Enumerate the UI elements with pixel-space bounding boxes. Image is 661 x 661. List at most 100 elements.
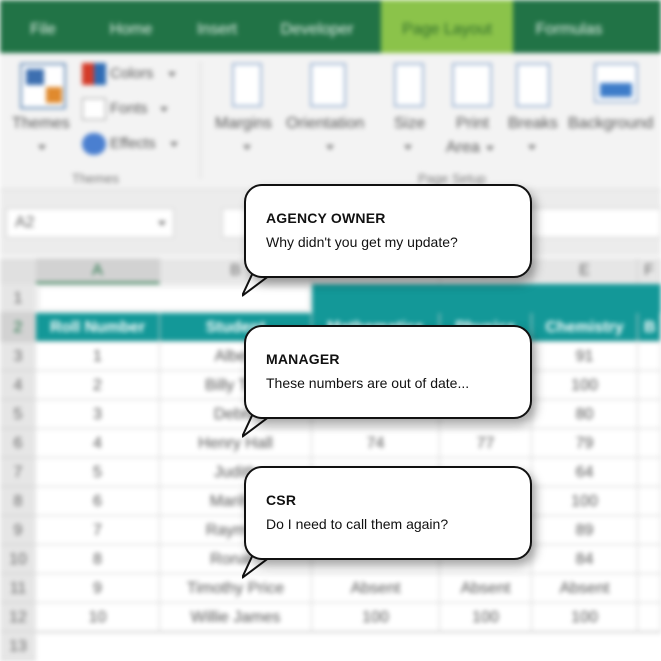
- background-button[interactable]: Background: [568, 115, 653, 133]
- column-header-f[interactable]: F: [638, 258, 661, 284]
- themes-button-label[interactable]: Themes: [12, 115, 70, 133]
- row-header-13[interactable]: 13: [0, 632, 36, 661]
- select-all-corner[interactable]: [0, 258, 36, 284]
- themes-icon: [20, 63, 66, 109]
- table-cell[interactable]: [638, 400, 661, 429]
- table-cell[interactable]: 1: [36, 342, 160, 371]
- bubble-body: MANAGER These numbers are out of date...: [244, 325, 532, 419]
- tab-insert[interactable]: Insert: [186, 0, 248, 53]
- margins-icon: [232, 63, 262, 107]
- tab-home[interactable]: Home: [98, 0, 164, 53]
- size-button[interactable]: Size: [394, 115, 425, 133]
- orientation-dropdown-icon[interactable]: [326, 145, 334, 150]
- effects-dropdown-icon[interactable]: [170, 142, 178, 147]
- name-box[interactable]: A2: [6, 208, 174, 238]
- effects-button[interactable]: Effects: [110, 135, 156, 152]
- speaker-quote: Why didn't you get my update?: [266, 234, 458, 250]
- print-area-label-line2[interactable]: Area: [446, 139, 480, 157]
- name-box-dropdown-icon[interactable]: [158, 221, 166, 226]
- table-cell[interactable]: 64: [532, 458, 638, 487]
- row-header-10[interactable]: 10: [0, 545, 36, 574]
- speech-bubble-agency-owner: AGENCY OWNER Why didn't you get my updat…: [242, 184, 542, 300]
- table-cell[interactable]: 7: [36, 516, 160, 545]
- table-cell[interactable]: 100: [532, 371, 638, 400]
- print-area-label-line1[interactable]: Print: [456, 115, 489, 133]
- effects-icon: [82, 133, 106, 155]
- table-cell[interactable]: 9: [36, 574, 160, 603]
- table-cell[interactable]: [638, 603, 661, 632]
- table-cell[interactable]: 5: [36, 458, 160, 487]
- table-cell[interactable]: 4: [36, 429, 160, 458]
- colors-dropdown-icon[interactable]: [168, 72, 176, 77]
- table-cell[interactable]: 2: [36, 371, 160, 400]
- row-header-12[interactable]: 12: [0, 603, 36, 632]
- table-cell[interactable]: 10: [36, 603, 160, 632]
- breaks-dropdown-icon[interactable]: [528, 145, 536, 150]
- row-header-7[interactable]: 7: [0, 458, 36, 487]
- fonts-button[interactable]: Fonts: [110, 100, 148, 117]
- row-header-6[interactable]: 6: [0, 429, 36, 458]
- speech-bubble-csr: CSR Do I need to call them again?: [242, 466, 542, 582]
- size-icon: [394, 63, 424, 107]
- themes-group-label: Themes: [72, 171, 119, 186]
- margins-dropdown-icon[interactable]: [243, 145, 251, 150]
- orientation-button[interactable]: Orientation: [286, 115, 364, 133]
- header-cell-roll-number[interactable]: Roll Number: [36, 313, 160, 342]
- size-dropdown-icon[interactable]: [404, 145, 412, 150]
- breaks-button[interactable]: Breaks: [508, 115, 558, 133]
- row-header-8[interactable]: 8: [0, 487, 36, 516]
- tab-formulas[interactable]: Formulas: [524, 0, 614, 53]
- speaker-label: CSR: [266, 492, 297, 508]
- table-cell[interactable]: 100: [532, 603, 638, 632]
- row-header-2[interactable]: 2: [0, 313, 36, 342]
- row-header-3[interactable]: 3: [0, 342, 36, 371]
- row-header-11[interactable]: 11: [0, 574, 36, 603]
- colors-button[interactable]: Colors: [110, 65, 153, 82]
- table-cell[interactable]: [638, 458, 661, 487]
- row-header-1[interactable]: 1: [0, 284, 36, 313]
- table-cell[interactable]: [638, 342, 661, 371]
- table-cell[interactable]: 89: [532, 516, 638, 545]
- header-cell-f[interactable]: B: [638, 313, 661, 342]
- table-cell[interactable]: [638, 429, 661, 458]
- empty-row-13[interactable]: [36, 632, 661, 661]
- row-header-5[interactable]: 5: [0, 400, 36, 429]
- speaker-quote: These numbers are out of date...: [266, 375, 470, 391]
- table-cell[interactable]: 8: [36, 545, 160, 574]
- table-cell[interactable]: Absent: [532, 574, 638, 603]
- print-area-dropdown-icon[interactable]: [486, 146, 494, 151]
- speaker-label: MANAGER: [266, 351, 340, 367]
- tab-file[interactable]: File: [18, 0, 68, 53]
- fonts-dropdown-icon[interactable]: [160, 107, 168, 112]
- themes-dropdown-icon[interactable]: [38, 145, 46, 150]
- table-cell[interactable]: Willie James: [160, 603, 312, 632]
- table-cell[interactable]: 100: [532, 487, 638, 516]
- table-cell[interactable]: 100: [312, 603, 440, 632]
- table-cell[interactable]: 3: [36, 400, 160, 429]
- table-cell[interactable]: [638, 371, 661, 400]
- table-cell[interactable]: 100: [440, 603, 532, 632]
- group-divider: [200, 61, 201, 179]
- table-cell[interactable]: 6: [36, 487, 160, 516]
- bubble-body: CSR Do I need to call them again?: [244, 466, 532, 560]
- table-cell[interactable]: 79: [532, 429, 638, 458]
- header-cell-chemistry[interactable]: Chemistry: [532, 313, 638, 342]
- table-cell[interactable]: [638, 574, 661, 603]
- table-cell[interactable]: 91: [532, 342, 638, 371]
- speech-bubble-manager: MANAGER These numbers are out of date...: [242, 325, 542, 441]
- ribbon-page-layout: Themes Colors Fonts Effects Themes Margi…: [0, 53, 661, 190]
- column-header-e[interactable]: E: [532, 258, 638, 284]
- table-cell[interactable]: 80: [532, 400, 638, 429]
- margins-button[interactable]: Margins: [215, 115, 272, 133]
- row-header-4[interactable]: 4: [0, 371, 36, 400]
- table-cell[interactable]: [638, 545, 661, 574]
- tab-developer[interactable]: Developer: [268, 0, 366, 53]
- row-header-9[interactable]: 9: [0, 516, 36, 545]
- table-cell[interactable]: 84: [532, 545, 638, 574]
- column-header-a[interactable]: A: [36, 258, 160, 284]
- screenshot: File Home Insert Developer Page Layout F…: [0, 0, 661, 661]
- table-cell[interactable]: [638, 487, 661, 516]
- tab-page-layout[interactable]: Page Layout: [381, 0, 513, 53]
- table-cell[interactable]: [638, 516, 661, 545]
- orientation-icon: [310, 63, 346, 107]
